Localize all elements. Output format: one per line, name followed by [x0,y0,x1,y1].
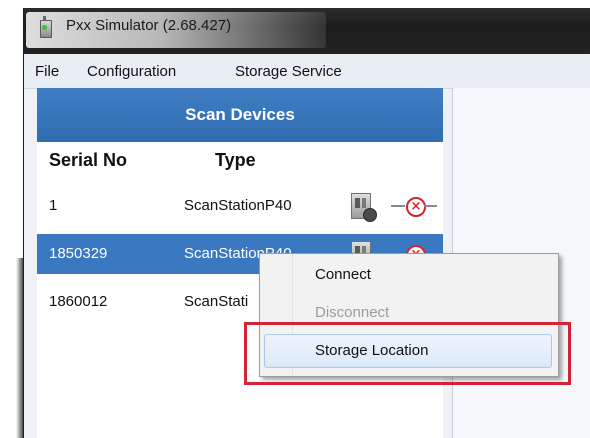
callout-highlight-box [244,322,571,385]
column-header-type[interactable]: Type [215,150,256,171]
column-header-serial[interactable]: Serial No [49,150,127,171]
menu-item-label: Disconnect [315,304,390,321]
title-bar[interactable]: Pxx Simulator (2.68.427) [24,8,590,54]
table-row[interactable]: 1 ScanStationP40 × [37,186,443,226]
serial-cell: 1860012 [49,293,108,310]
scanner-device-icon[interactable] [351,193,377,222]
serial-cell: 1 [49,197,58,214]
menu-storage-service[interactable]: Storage Service [235,63,342,80]
app-icon[interactable] [38,16,52,38]
type-cell: ScanStationP40 [184,197,292,214]
menu-item-connect[interactable]: Connect [260,258,558,292]
menu-configuration[interactable]: Configuration [87,63,176,80]
disconnected-icon[interactable]: × [391,196,437,217]
window-title: Pxx Simulator (2.68.427) [66,17,232,34]
menu-bar: File Configuration Storage Service [24,54,590,89]
serial-cell: 1850329 [49,245,108,262]
type-cell: ScanStati [184,293,249,310]
menu-item-label: Connect [315,266,371,283]
panel-title: Scan Devices [37,88,443,142]
menu-file[interactable]: File [35,63,59,80]
